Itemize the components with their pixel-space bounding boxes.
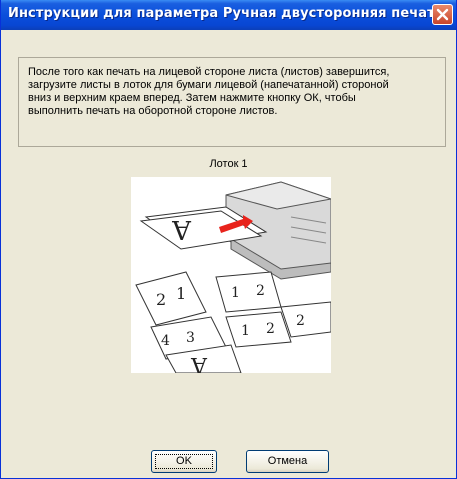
svg-text:1: 1 (176, 284, 186, 303)
instruction-line: загрузите листы в лоток для бумаги лицев… (28, 79, 389, 91)
svg-text:1: 1 (241, 323, 250, 339)
instruction-line: После того как печать на лицевой стороне… (28, 66, 390, 78)
window-title: Инструкции для параметра Ручная двусторо… (8, 6, 444, 21)
illustration-graphic: A 2 1 1 2 4 3 1 2 A 2 (135, 181, 331, 373)
svg-text:2: 2 (296, 313, 305, 329)
printer-tray-illustration: A 2 1 1 2 4 3 1 2 A 2 (131, 177, 331, 373)
tray-label: Лоток 1 (209, 158, 248, 170)
svg-text:A: A (190, 352, 208, 373)
svg-text:4: 4 (161, 333, 170, 349)
instruction-line: выполнить печать на оборотной стороне ли… (28, 105, 278, 117)
instruction-box: После того как печать на лицевой стороне… (18, 57, 446, 147)
cancel-button[interactable]: Отмена (246, 450, 329, 473)
svg-text:2: 2 (156, 290, 166, 309)
svg-text:2: 2 (266, 321, 275, 337)
close-button[interactable] (432, 4, 453, 25)
close-icon (436, 8, 449, 21)
svg-text:3: 3 (186, 330, 195, 346)
ok-button[interactable]: OK (151, 450, 217, 473)
focus-rectangle (155, 454, 213, 469)
svg-text:2: 2 (256, 283, 265, 299)
instruction-line: вниз и верхним краем вперед. Затем нажми… (28, 92, 356, 104)
svg-text:1: 1 (231, 285, 240, 301)
title-bar[interactable]: Инструкции для параметра Ручная двусторо… (1, 0, 456, 30)
svg-text:A: A (171, 214, 192, 244)
dialog-window: Инструкции для параметра Ручная двусторо… (0, 0, 457, 479)
page-order-sheets: 2 1 1 2 4 3 1 2 A 2 (135, 271, 331, 373)
cancel-button-label: Отмена (267, 455, 308, 467)
instruction-text: После того как печать на лицевой стороне… (28, 66, 438, 118)
